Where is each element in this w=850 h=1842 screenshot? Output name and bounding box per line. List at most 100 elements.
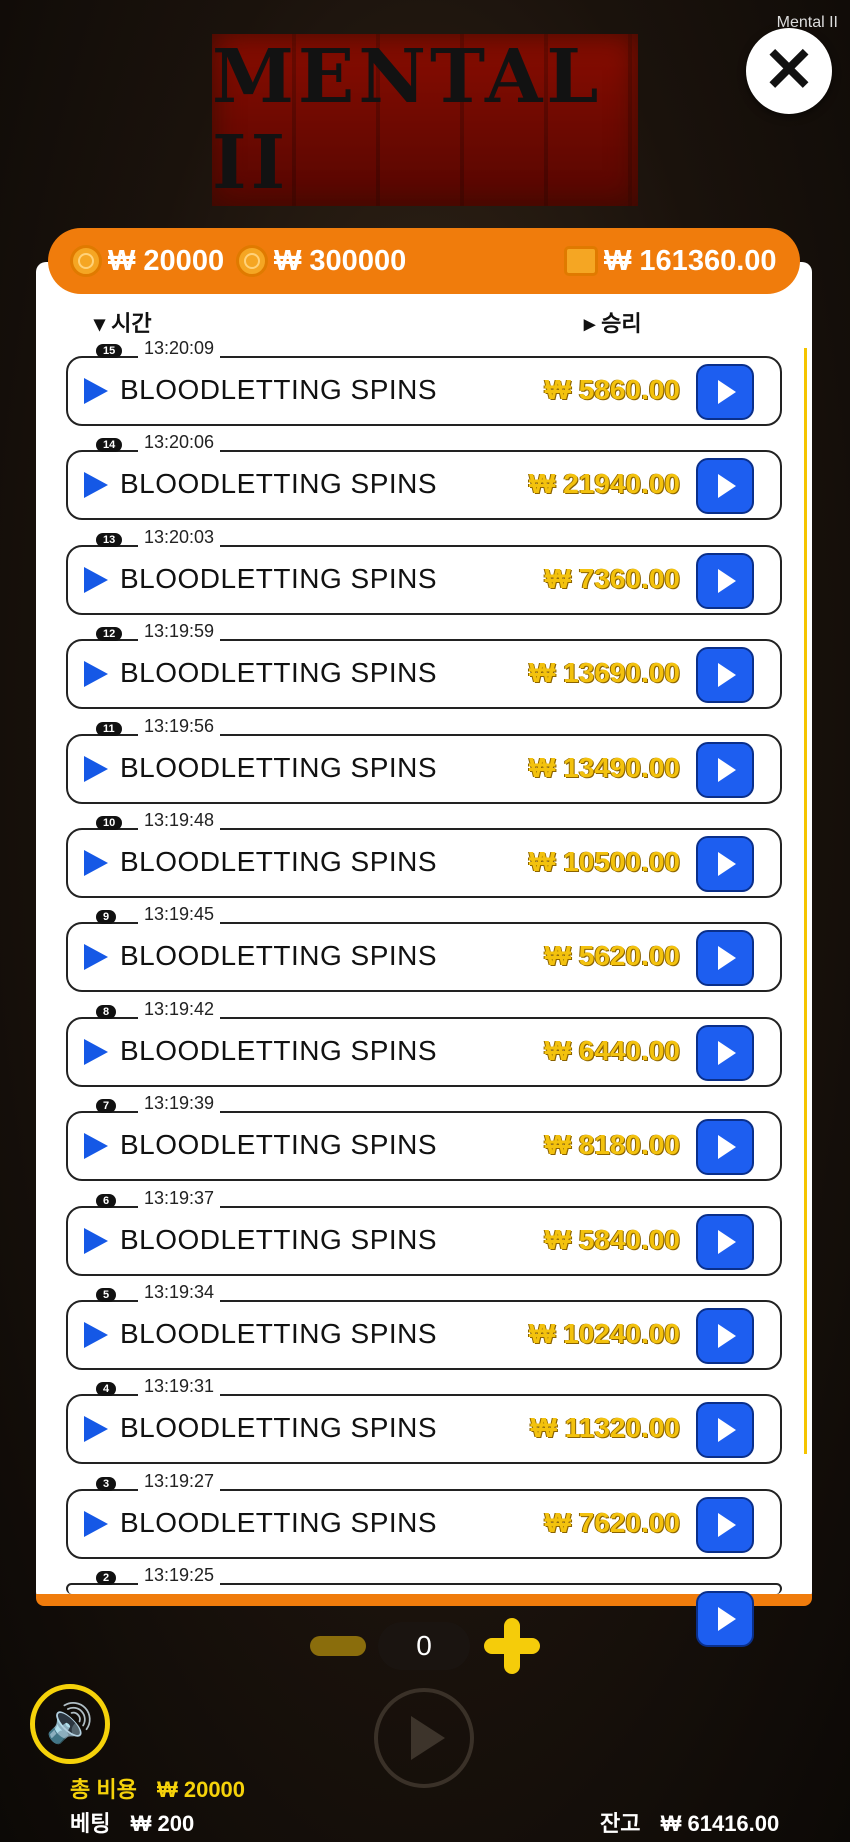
replay-button[interactable] <box>696 1402 754 1459</box>
scrollbar[interactable] <box>804 348 807 1454</box>
decrease-button[interactable] <box>310 1636 366 1656</box>
play-triangle-icon <box>84 472 108 499</box>
history-row[interactable]: 11 13:19:56 BLOODLETTING SPINS ₩ 13490.00 <box>66 715 782 804</box>
history-row[interactable]: 10 13:19:48 BLOODLETTING SPINS ₩ 10500.00 <box>66 810 782 898</box>
round-time: 13:19:45 <box>138 904 221 926</box>
win-amount: ₩ 10240.00 <box>529 1318 680 1349</box>
win-header-label: 승리 <box>601 311 642 336</box>
history-row[interactable]: 13 13:20:03 BLOODLETTING SPINS ₩ 7360.00 <box>66 526 782 615</box>
feature-label: BLOODLETTING SPINS <box>120 751 438 783</box>
play-triangle-icon <box>84 378 108 404</box>
round-number: 15 <box>96 344 123 358</box>
history-row[interactable]: 2 13:19:25 <box>66 1565 782 1648</box>
replay-button[interactable] <box>696 1024 754 1081</box>
round-number: 5 <box>96 1288 117 1302</box>
round-number: 7 <box>96 1099 117 1114</box>
history-row[interactable]: 5 13:19:34 BLOODLETTING SPINS ₩ 10240.00 <box>66 1282 782 1370</box>
sound-button[interactable]: 🔊 <box>30 1684 110 1764</box>
play-triangle-icon <box>84 1322 108 1348</box>
close-icon: ✕ <box>763 36 815 105</box>
replay-button[interactable] <box>696 741 754 798</box>
replay-button[interactable] <box>696 1213 754 1270</box>
round-time: 13:19:48 <box>138 810 221 831</box>
play-triangle-icon <box>84 661 108 688</box>
round-time: 13:19:56 <box>138 715 221 737</box>
win-amount: ₩ 11320.00 <box>530 1412 680 1444</box>
feature-label: BLOODLETTING SPINS <box>120 1223 438 1255</box>
game-logo: MENTAL II <box>212 34 638 206</box>
round-time: 13:20:06 <box>138 432 221 454</box>
round-time: 13:19:42 <box>138 998 221 1020</box>
round-number: 9 <box>96 910 117 925</box>
history-row[interactable]: 6 13:19:37 BLOODLETTING SPINS ₩ 5840.00 <box>66 1187 782 1276</box>
replay-button[interactable] <box>696 458 754 515</box>
coin-icon <box>236 245 268 277</box>
wallet-balance: ₩ 161360.00 <box>564 245 777 278</box>
play-triangle-icon <box>84 1510 108 1537</box>
play-triangle-icon <box>84 755 108 782</box>
speaker-icon: 🔊 <box>46 1703 94 1745</box>
round-time: 13:20:09 <box>138 338 221 359</box>
history-row[interactable]: 8 13:19:42 BLOODLETTING SPINS ₩ 6440.00 <box>66 998 782 1087</box>
total-cost-value: ₩ 20000 <box>156 1777 246 1802</box>
coin-value-2-text: ₩ 300000 <box>274 244 407 277</box>
close-button[interactable]: ✕ <box>746 28 832 114</box>
feature-label: BLOODLETTING SPINS <box>120 1412 438 1444</box>
history-row[interactable]: 14 13:20:06 BLOODLETTING SPINS ₩ 21940.00 <box>66 432 782 521</box>
spin-button[interactable] <box>374 1688 474 1788</box>
play-triangle-icon <box>84 850 108 876</box>
win-amount: ₩ 5840.00 <box>544 1223 680 1255</box>
balance: 잔고 ₩ 61416.00 <box>600 1806 779 1838</box>
increase-button[interactable] <box>484 1618 540 1674</box>
round-time: 13:19:31 <box>138 1376 221 1398</box>
wallet-icon <box>564 246 598 276</box>
balance-label: 잔고 <box>600 1811 641 1836</box>
history-row[interactable]: 9 13:19:45 BLOODLETTING SPINS ₩ 5620.00 <box>66 904 782 993</box>
history-row[interactable]: 12 13:19:59 BLOODLETTING SPINS ₩ 13690.00 <box>66 621 782 710</box>
feature-label: BLOODLETTING SPINS <box>120 657 438 689</box>
feature-label: BLOODLETTING SPINS <box>120 846 438 877</box>
total-cost: 총 비용 ₩ 20000 <box>70 1772 245 1804</box>
play-triangle-icon <box>84 1416 108 1443</box>
bet-stepper: 0 <box>0 1618 850 1674</box>
round-number: 10 <box>96 816 123 830</box>
history-row[interactable]: 4 13:19:31 BLOODLETTING SPINS ₩ 11320.00 <box>66 1376 782 1465</box>
round-time: 13:19:34 <box>138 1282 221 1303</box>
history-row[interactable]: 3 13:19:27 BLOODLETTING SPINS ₩ 7620.00 <box>66 1470 782 1559</box>
feature-label: BLOODLETTING SPINS <box>120 1129 438 1161</box>
replay-button[interactable] <box>696 1308 754 1364</box>
replay-button[interactable] <box>696 647 754 704</box>
history-row[interactable]: 7 13:19:39 BLOODLETTING SPINS ₩ 8180.00 <box>66 1093 782 1182</box>
win-amount: ₩ 6440.00 <box>544 1034 680 1066</box>
play-triangle-icon <box>84 566 108 593</box>
round-time: 13:19:37 <box>138 1187 221 1209</box>
win-amount: ₩ 13490.00 <box>529 751 680 783</box>
time-header[interactable]: ▾ 시간 <box>94 306 152 338</box>
time-header-label: 시간 <box>111 311 152 336</box>
round-time: 13:19:27 <box>138 1470 221 1492</box>
round-number: 11 <box>96 721 122 736</box>
coin-icon <box>70 245 102 277</box>
replay-button[interactable] <box>696 1496 754 1553</box>
win-amount: ₩ 7360.00 <box>544 562 680 594</box>
history-row[interactable]: 15 13:20:09 BLOODLETTING SPINS ₩ 5860.00 <box>66 338 782 426</box>
replay-button[interactable] <box>696 364 754 420</box>
replay-button[interactable] <box>696 552 754 609</box>
play-triangle-icon <box>84 1038 108 1065</box>
bet-label: 베팅 <box>70 1811 111 1836</box>
balance-bar: ₩ 20000 ₩ 300000 ₩ 161360.00 <box>48 228 800 294</box>
feature-label: BLOODLETTING SPINS <box>120 468 438 500</box>
round-number: 13 <box>96 532 123 547</box>
play-triangle-icon <box>84 944 108 971</box>
replay-button[interactable] <box>696 1119 754 1176</box>
feature-label: BLOODLETTING SPINS <box>120 1034 438 1066</box>
win-header[interactable]: ▸ 승리 <box>584 306 642 338</box>
win-amount: ₩ 8180.00 <box>544 1129 680 1161</box>
feature-label: BLOODLETTING SPINS <box>120 1318 438 1349</box>
round-number: 8 <box>96 1004 117 1019</box>
win-amount: ₩ 10500.00 <box>529 846 680 877</box>
replay-button[interactable] <box>696 930 754 987</box>
win-amount: ₩ 21940.00 <box>529 468 680 500</box>
bet: 베팅 ₩ 200 <box>70 1806 194 1838</box>
replay-button[interactable] <box>696 836 754 892</box>
